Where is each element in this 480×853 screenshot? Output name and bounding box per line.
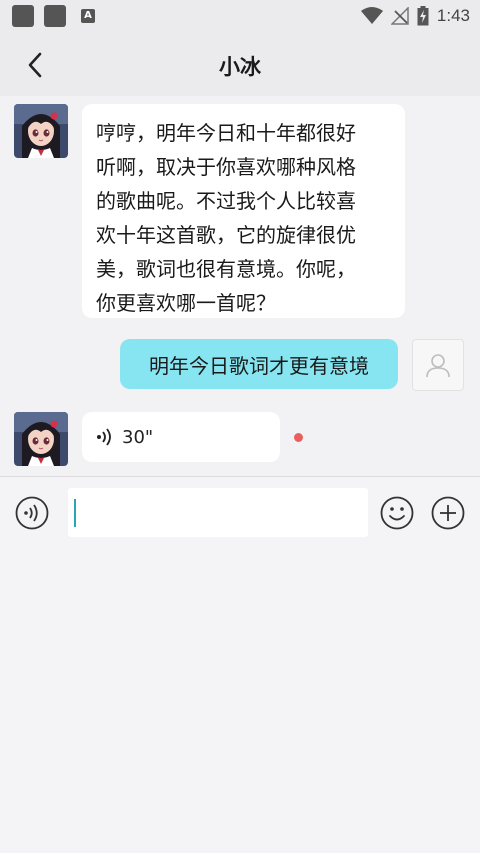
- emoji-icon: [380, 496, 414, 530]
- message-line: 的歌曲呢。不过我个人比较喜: [96, 189, 356, 213]
- user-avatar[interactable]: [412, 339, 464, 391]
- unread-dot: [294, 433, 303, 442]
- voice-mode-button[interactable]: [15, 496, 49, 530]
- message-input[interactable]: [68, 488, 368, 537]
- voice-duration: 30": [122, 426, 154, 448]
- page-title: 小冰: [219, 55, 261, 79]
- notification-square-icon: [12, 5, 34, 27]
- anime-girl-avatar-image: [14, 412, 68, 466]
- status-time: 1:43: [436, 6, 470, 25]
- chat-messages[interactable]: 哼哼，明年今日和十年都很好 听啊，取决于你喜欢哪种风格 的歌曲呢。不过我个人比较…: [0, 96, 480, 476]
- more-button[interactable]: [431, 496, 465, 530]
- status-bar: A 1:43: [0, 0, 480, 34]
- message-line: 哼哼，明年今日和十年都很好: [96, 121, 356, 145]
- plus-icon: [431, 496, 465, 530]
- voice-wave-icon: [97, 428, 111, 446]
- wifi-icon: [360, 7, 383, 24]
- message-line: 听啊，取决于你喜欢哪种风格: [96, 155, 356, 179]
- notification-square-icon: [44, 5, 66, 27]
- anime-girl-avatar-image: [14, 104, 68, 158]
- bot-avatar[interactable]: [14, 412, 68, 466]
- bot-avatar[interactable]: [14, 104, 68, 158]
- battery-charging-icon: [417, 6, 429, 26]
- person-icon: [426, 354, 450, 378]
- voice-message-bubble[interactable]: 30": [82, 412, 280, 462]
- message-text: 明年今日歌词才更有意境: [149, 353, 369, 378]
- bot-message-bubble[interactable]: 哼哼，明年今日和十年都很好 听啊，取决于你喜欢哪种风格 的歌曲呢。不过我个人比较…: [82, 104, 405, 318]
- user-message-bubble[interactable]: 明年今日歌词才更有意境: [120, 339, 398, 389]
- chat-header: 小冰: [0, 34, 480, 96]
- voice-mode-icon: [15, 496, 49, 530]
- message-line: 美，歌词也很有意境。你呢，: [96, 257, 356, 281]
- emoji-button[interactable]: [380, 496, 414, 530]
- input-bar: [0, 476, 480, 551]
- no-signal-icon: [390, 7, 409, 25]
- text-caret: [74, 499, 76, 527]
- message-line: 你更喜欢哪一首呢？: [96, 291, 276, 315]
- message-line: 欢十年这首歌，它的旋律很优: [96, 223, 356, 247]
- font-icon: A: [81, 9, 95, 23]
- keyboard-area-placeholder: [0, 551, 480, 853]
